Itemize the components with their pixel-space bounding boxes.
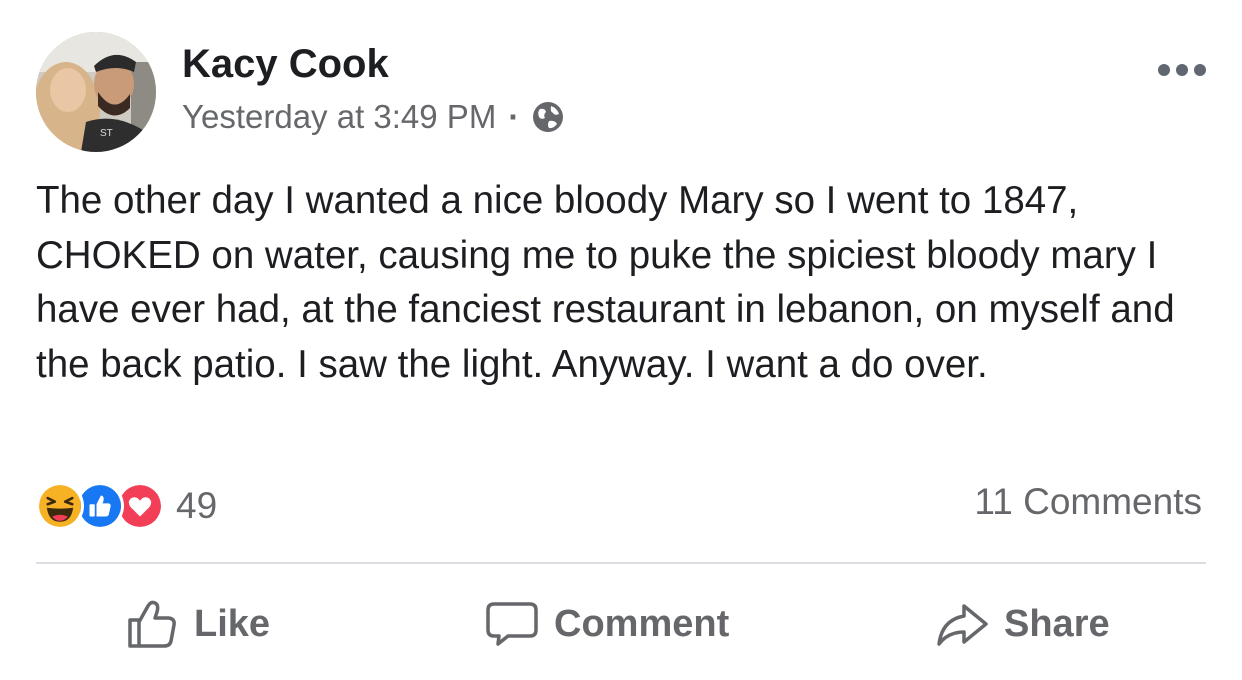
divider [36, 562, 1206, 564]
post-body: The other day I wanted a nice bloody Mar… [36, 179, 1175, 386]
more-dot [1194, 64, 1206, 76]
reaction-count: 49 [176, 485, 218, 526]
meta-separator: · [508, 98, 520, 135]
action-bar: Like Comment Share [36, 576, 1206, 672]
like-label: Like [194, 602, 271, 645]
author-name[interactable]: Kacy Cook [182, 42, 389, 87]
avatar[interactable]: ST [36, 32, 156, 152]
comment-icon [486, 602, 538, 646]
more-dot [1176, 64, 1188, 76]
share-label: Share [1004, 602, 1110, 645]
avatar-photo: ST [36, 32, 156, 152]
post-meta: Yesterday at 3:49 PM · [182, 98, 565, 136]
share-icon [937, 604, 988, 646]
reaction-summary[interactable]: 49 [36, 480, 217, 532]
more-dot [1158, 64, 1170, 76]
globe-icon[interactable] [531, 100, 565, 134]
like-button[interactable]: Like [124, 576, 270, 672]
thumbs-up-icon [128, 600, 176, 648]
comments-count-link[interactable]: 11 Comments [974, 481, 1202, 523]
svg-text:ST: ST [100, 128, 113, 139]
post-header: ST Kacy Cook Yesterday at 3:49 PM · [36, 32, 1206, 154]
comment-button[interactable]: Comment [484, 576, 729, 672]
more-options-icon[interactable] [1158, 58, 1206, 82]
comment-label: Comment [554, 602, 730, 645]
post-timestamp[interactable]: Yesterday at 3:49 PM [182, 98, 496, 136]
share-button[interactable]: Share [934, 576, 1110, 672]
haha-reaction-icon [36, 482, 84, 530]
